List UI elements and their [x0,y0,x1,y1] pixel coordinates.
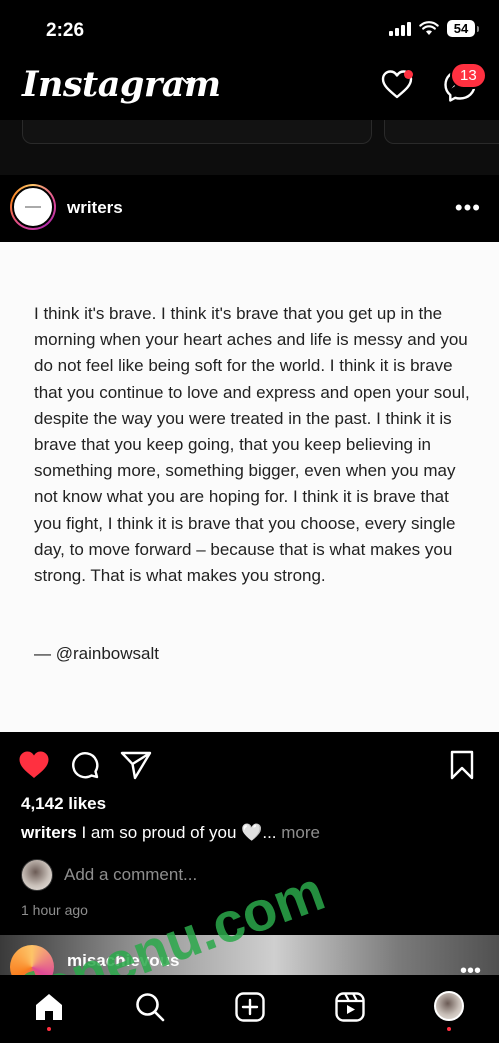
reels-icon[interactable] [334,991,366,1023]
battery-indicator: 54 [447,20,479,37]
post-quote-text: I think it's brave. I think it's brave t… [34,304,470,586]
likes-count[interactable]: 4,142 likes [21,794,106,814]
profile-activity-dot [447,1027,451,1031]
profile-avatar-tab[interactable] [434,991,464,1021]
post-image[interactable]: I think it's brave. I think it's brave t… [0,242,499,732]
next-post-header: misachievous ••• [0,935,499,975]
notification-dot [404,70,413,79]
messages-badge: 13 [450,62,487,89]
user-avatar [21,859,53,891]
save-bookmark-icon[interactable] [449,750,475,780]
status-icons: 54 [389,20,479,37]
post-quote-author: — @rainbowsalt [34,644,159,663]
signal-icon [389,21,411,36]
like-heart-icon[interactable] [18,750,50,780]
post-username[interactable]: writers [67,198,123,218]
post-header: writers ••• [0,175,499,242]
home-icon[interactable] [33,991,65,1023]
create-post-icon[interactable] [234,991,266,1023]
next-post-avatar[interactable] [10,945,54,975]
more-options-icon[interactable]: ••• [460,961,481,975]
home-activity-dot [47,1027,51,1031]
status-time: 2:26 [46,20,85,41]
avatar-image [12,186,54,228]
app-header: Instagram [0,58,499,120]
suggestion-card[interactable] [384,120,499,144]
more-options-icon[interactable]: ••• [455,197,481,219]
add-comment-row [21,858,364,892]
comment-icon[interactable] [70,750,100,780]
comment-input[interactable] [64,865,364,885]
next-post-username[interactable]: misachievous [67,951,179,971]
post-avatar[interactable] [10,184,56,230]
bottom-tab-bar [0,975,499,1043]
post-caption: writers I am so proud of you 🤍... more [21,823,320,843]
suggestion-card[interactable] [22,120,372,144]
post-actions [0,732,499,794]
caption-text: I am so proud of you 🤍... [81,823,277,842]
share-icon[interactable] [120,750,152,780]
post-timestamp: 1 hour ago [21,902,88,918]
status-bar: 2:26 54 [0,0,499,58]
wifi-icon [419,21,439,35]
chevron-down-icon[interactable] [180,76,194,86]
caption-more-link[interactable]: more [281,823,320,842]
suggestions-strip [0,120,499,175]
caption-username[interactable]: writers [21,823,77,842]
search-icon[interactable] [134,991,166,1023]
